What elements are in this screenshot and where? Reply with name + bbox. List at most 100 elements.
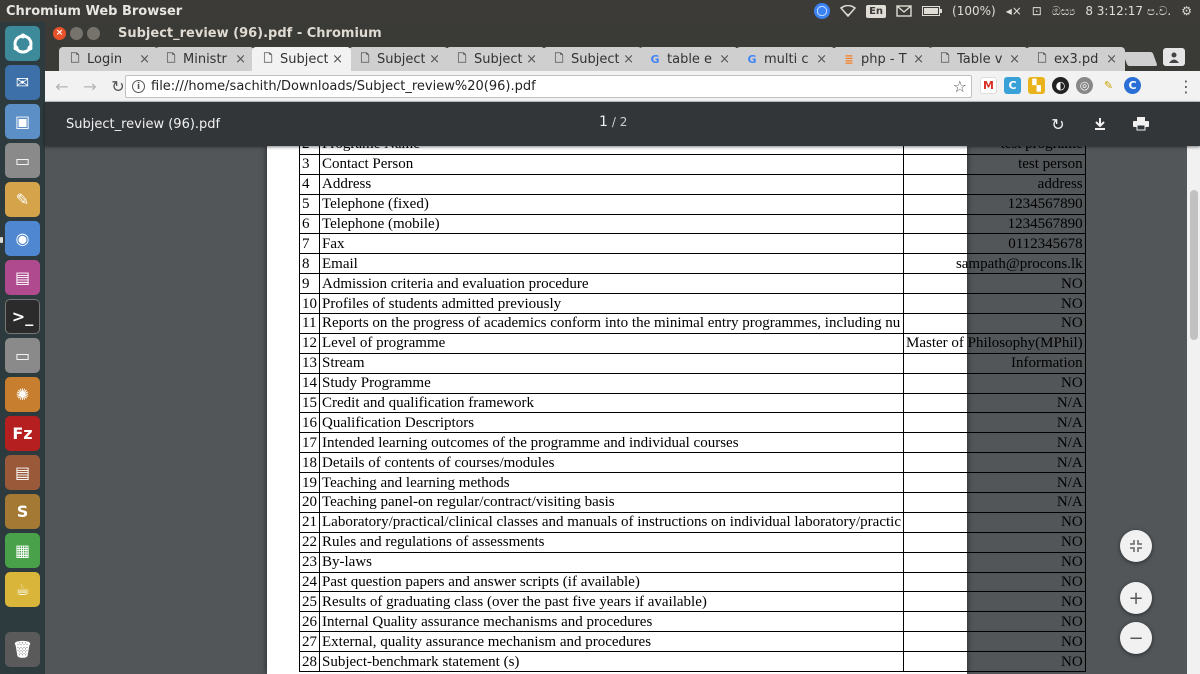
tab-9[interactable]: 🗋 Table v × [929, 47, 1028, 71]
ubuntu-dash-icon[interactable] [5, 26, 40, 61]
profile-button[interactable] [1163, 48, 1185, 66]
tab-close-icon[interactable]: × [623, 52, 634, 67]
table-row: 13 Stream Information [299, 352, 1086, 374]
app-window-icon[interactable]: ▤ [5, 260, 40, 295]
wifi-icon[interactable] [840, 5, 857, 17]
window-title: Subject_review (96).pdf - Chromium [118, 25, 382, 41]
tab-close-icon[interactable]: × [332, 52, 343, 67]
date-label: ඔස්‍ය [1051, 3, 1076, 18]
chromium-indicator-icon[interactable] [814, 3, 831, 19]
drive-icon[interactable]: ▭ [5, 338, 40, 373]
gmail-extension-icon[interactable]: M [980, 77, 997, 94]
tab-8[interactable]: ≣ php - T × [833, 47, 932, 71]
table-row: 27 External, quality assurance mechanism … [299, 631, 1086, 653]
tab-5[interactable]: 🗋 Subject × [543, 47, 642, 71]
zoom-out-button[interactable]: − [1120, 622, 1152, 654]
terminal-icon[interactable]: >_ [5, 299, 40, 334]
tab-close-icon[interactable]: × [139, 52, 150, 67]
running-indicator [0, 237, 3, 243]
tab-close-icon[interactable]: × [235, 52, 246, 67]
tab-10[interactable]: 🗋 ex3.pd × [1026, 47, 1125, 71]
volume-mute-icon[interactable]: ◂× [1006, 4, 1022, 18]
teapot-icon[interactable]: ☕ [5, 572, 40, 607]
extension-blue-c-icon[interactable]: C [1124, 77, 1141, 94]
window-close-button[interactable]: × [53, 26, 66, 40]
text-editor-icon[interactable]: ✎ [5, 182, 40, 217]
new-tab-button[interactable] [1122, 52, 1158, 66]
row-value: N/A [902, 492, 1086, 513]
page-icon: 🗋 [1037, 51, 1047, 65]
extension-dark-icon[interactable]: ◐ [1052, 77, 1069, 94]
url-text[interactable]: file:///home/sachith/Downloads/Subject_r… [151, 79, 953, 94]
mail-icon[interactable] [896, 5, 912, 17]
trash-icon[interactable]: 🗑 [5, 632, 40, 667]
info-icon[interactable]: i [132, 80, 145, 93]
tab-close-icon[interactable]: × [719, 52, 730, 67]
battery-icon[interactable] [922, 6, 943, 16]
tab-close-icon[interactable]: × [526, 52, 537, 67]
row-number: 6 [299, 213, 320, 235]
download-icon[interactable] [1090, 114, 1110, 134]
fit-to-page-button[interactable] [1120, 530, 1152, 562]
row-label: By-laws [319, 551, 904, 573]
table-row: 21 Laboratory/practical/clinical classes … [299, 511, 1086, 533]
tab-close-icon[interactable]: × [816, 52, 827, 67]
tab-close-icon[interactable]: × [1106, 52, 1117, 67]
thunderbird-icon[interactable]: ✉ [5, 65, 40, 100]
table-row: 19 Teaching and learning methods N/A [299, 472, 1086, 494]
tab-1[interactable]: 🗋 Ministr × [155, 47, 254, 71]
tab-4[interactable]: 🗋 Subject × [446, 47, 545, 71]
forward-button[interactable]: → [79, 75, 101, 97]
row-number: 23 [299, 551, 320, 573]
system-settings-icon[interactable]: ✺ [5, 377, 40, 412]
tab-3[interactable]: 🗋 Subject × [349, 47, 448, 71]
extension-c-icon[interactable]: C [1004, 77, 1021, 94]
browser-window: × Subject_review (96).pdf - Chromium 🗋 Lo… [45, 22, 1200, 674]
archive-icon[interactable]: ▤ [5, 455, 40, 490]
row-label: Address [319, 173, 904, 195]
chromium-launcher-icon[interactable]: ◉ [5, 221, 40, 256]
extension-tool-icon[interactable]: ✎ [1100, 77, 1117, 94]
extension-shield-icon[interactable]: ◎ [1076, 77, 1093, 94]
tab-close-icon[interactable]: × [1009, 52, 1020, 67]
pdf-viewer[interactable]: 2Programe Nametest programe3Contact Pers… [45, 146, 1187, 674]
table-row: 2Programe Nametest programe [299, 146, 1086, 155]
table-row: 9 Admission criteria and evaluation proce… [299, 273, 1086, 295]
print-icon[interactable] [1131, 114, 1151, 134]
window-minimize-button[interactable] [70, 26, 83, 40]
disk-icon[interactable]: ▭ [5, 143, 40, 178]
scrollbar-thumb[interactable] [1190, 190, 1198, 340]
tab-close-icon[interactable]: × [429, 52, 440, 67]
table-row: 15 Credit and qualification framework N/A [299, 392, 1086, 414]
extension-blocks-icon[interactable]: ▚ [1028, 77, 1045, 94]
row-number: 18 [299, 452, 320, 474]
zoom-in-button[interactable]: + [1120, 582, 1152, 614]
row-number: 11 [299, 313, 320, 334]
row-value: sampath@procons.lk [902, 253, 1086, 275]
address-bar[interactable]: i file:///home/sachith/Downloads/Subject… [125, 75, 972, 98]
message-icon[interactable]: ⊡ [1032, 4, 1042, 18]
vertical-scrollbar[interactable] [1187, 146, 1200, 674]
keyboard-layout-indicator[interactable]: En [866, 4, 887, 18]
clock[interactable]: 8 3:12:17 ප.ව. [1085, 4, 1171, 19]
back-button[interactable]: ← [51, 75, 73, 97]
chrome-menu-icon[interactable]: ⋮ [1178, 77, 1194, 96]
bookmark-star-icon[interactable]: ☆ [953, 77, 967, 96]
filezilla-icon[interactable]: Fz [5, 416, 40, 451]
window-maximize-button[interactable] [87, 26, 100, 40]
tab-close-icon[interactable]: × [913, 52, 924, 67]
row-label: Details of contents of courses/modules [319, 452, 904, 474]
tab-7[interactable]: Gmulti c × [736, 47, 835, 71]
current-page-input[interactable]: 1 [599, 114, 608, 130]
row-label: Teaching and learning methods [319, 472, 904, 494]
tab-2[interactable]: 🗋 Subject × [252, 47, 351, 71]
virtualbox-icon[interactable]: ▣ [5, 104, 40, 139]
table-row: 3 Contact Person test person [299, 153, 1086, 175]
software-center-icon[interactable]: S [5, 494, 40, 529]
rotate-icon[interactable]: ↻ [1048, 114, 1068, 134]
settings-gear-icon[interactable]: ⚙ [1181, 4, 1192, 18]
spreadsheet-icon[interactable]: ▦ [5, 533, 40, 568]
tab-0[interactable]: 🗋 Login × [59, 47, 158, 71]
tab-6[interactable]: Gtable e × [639, 47, 738, 71]
table-row: 18 Details of contents of courses/modules… [299, 452, 1086, 474]
